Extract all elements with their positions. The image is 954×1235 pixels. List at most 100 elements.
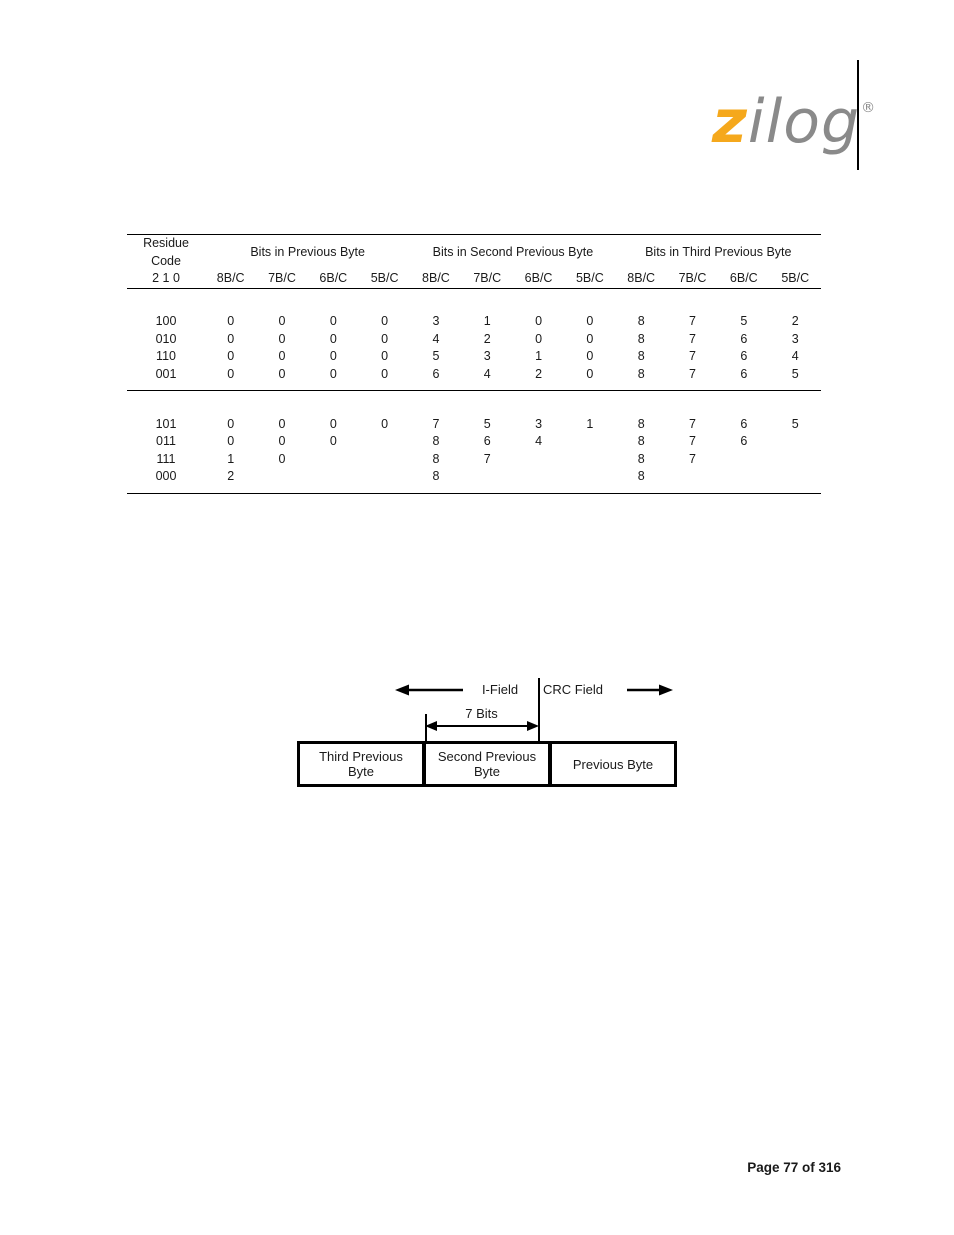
cell-second-8bc: 8 [432,451,440,466]
cell-prev-8bc: 2 [227,469,235,483]
table-group-header-row: Residue Code Bits in Previous Byte Bits … [127,234,821,270]
cell-prev-7bc: 0 [278,349,286,363]
table-row: 010 0 0 0 0 4 2 0 0 8 7 6 3 [127,331,821,349]
cell-second-6bc: 1 [535,349,543,363]
cell-second-7bc: 6 [483,434,491,448]
table-row: 111 1 0 8 7 8 7 [127,451,821,469]
cell-third-5bc: 5 [791,416,799,431]
cell-second-6bc: 0 [535,314,543,328]
cell-prev-7bc: 0 [278,451,286,466]
page-header: z ilog ® [0,0,954,200]
cell-second-6bc: 2 [535,366,543,381]
previous-byte-box: Previous Byte [549,741,677,787]
seven-bits-left-tick-line [425,714,427,744]
cell-third-6bc: 6 [740,434,748,448]
cell-third-5bc: 3 [791,331,799,346]
sub-header-third-6bc: 6B/C [729,271,758,285]
cell-residue-code: 000 [155,469,177,483]
cell-prev-6bc: 0 [329,434,337,448]
sub-header-prev-6bc: 6B/C [319,271,348,285]
cell-second-8bc: 5 [432,349,440,363]
cell-third-6bc [718,451,769,469]
cell-second-8bc: 3 [432,314,440,328]
cell-third-8bc: 8 [637,366,645,381]
cell-second-5bc: 0 [586,366,594,381]
cell-third-6bc [718,468,769,486]
table-spacer [127,383,821,391]
sub-header-prev-7bc: 7B/C [268,271,296,285]
sub-header-third-8bc: 8B/C [627,271,656,285]
cell-third-7bc: 7 [689,314,696,328]
table-row: 101 0 0 0 0 7 5 3 1 8 7 6 5 [127,416,821,434]
cell-third-5bc [769,433,821,451]
table-row: 100 0 0 0 0 3 1 0 0 8 7 5 2 [127,313,821,331]
cell-second-5bc [564,451,615,469]
table-row: 001 0 0 0 0 6 4 2 0 8 7 6 5 [127,366,821,384]
cell-prev-7bc [256,468,307,486]
cell-second-6bc [513,468,564,486]
table-spacer [127,306,821,313]
table-row: 011 0 0 0 8 6 4 8 7 6 [127,433,821,451]
table-row: 000 2 8 8 [127,468,821,486]
cell-prev-5bc: 0 [381,366,389,381]
cell-second-7bc: 5 [483,416,491,431]
cell-third-6bc: 6 [740,349,748,363]
crc-field-arrow-right-icon [627,684,673,696]
cell-third-5bc: 2 [791,314,799,328]
cell-second-8bc: 8 [432,469,440,483]
group-header-third-previous-byte: Bits in Third Previous Byte [615,234,821,270]
cell-second-7bc: 4 [483,366,491,381]
cell-second-6bc: 3 [535,416,543,431]
cell-second-6bc: 0 [535,331,543,346]
cell-third-8bc: 8 [637,349,645,363]
cell-prev-8bc: 0 [227,331,235,346]
cell-third-5bc: 4 [791,349,799,363]
cell-prev-7bc: 0 [278,314,286,328]
logo-text-ilog: ilog [747,87,861,157]
table-rule-group-divider [127,390,821,409]
cell-second-7bc: 2 [483,331,491,346]
sub-header-third-7bc: 7B/C [678,271,707,285]
group-header-previous-byte: Bits in Previous Byte [205,234,411,270]
cell-prev-5bc: 0 [381,416,389,431]
cell-third-8bc: 8 [637,434,645,448]
sub-header-second-7bc: 7B/C [473,271,502,285]
cell-second-6bc [513,451,564,469]
cell-third-7bc: 7 [689,331,696,346]
cell-prev-6bc [308,451,359,469]
cell-prev-8bc: 0 [227,366,235,381]
cell-prev-8bc: 0 [227,349,235,363]
table-sub-header-row: 2 1 0 8B/C 7B/C 6B/C 5B/C 8B/C 7B/C 6B/C… [127,270,821,288]
cell-prev-7bc: 0 [278,331,286,346]
cell-prev-7bc: 0 [278,434,286,448]
cell-prev-5bc [359,433,410,451]
table-spacer [127,409,821,416]
third-previous-byte-box: Third Previous Byte [297,741,425,787]
page-number: Page 77 of 316 [747,1160,841,1175]
cell-second-5bc [564,468,615,486]
i-field-label: I-Field [481,682,519,697]
cell-prev-6bc: 0 [329,314,337,328]
cell-third-7bc: 7 [689,434,696,448]
cell-prev-6bc: 0 [329,366,337,381]
cell-prev-6bc: 0 [329,349,337,363]
residue-code-table: Residue Code Bits in Previous Byte Bits … [127,234,821,511]
second-previous-byte-box: Second Previous Byte [423,741,551,787]
cell-residue-code: 110 [156,349,176,363]
cell-third-6bc: 6 [740,416,748,431]
cell-third-8bc: 8 [637,451,645,466]
cell-residue-code: 001 [155,366,177,381]
group-header-second-previous-byte: Bits in Second Previous Byte [410,234,616,270]
cell-third-5bc [769,468,821,486]
cell-second-7bc: 3 [483,349,491,363]
cell-third-7bc: 7 [689,416,696,431]
cell-second-8bc: 6 [432,366,440,381]
cell-third-8bc: 8 [637,469,645,483]
cell-third-6bc: 6 [740,366,748,381]
table-rule-bottom [127,492,821,511]
cell-second-5bc: 0 [586,349,594,363]
cell-residue-code: 010 [155,331,177,346]
cell-second-5bc: 1 [586,416,594,431]
residue-table-body: 1 0 0 0 0 0 0 3 1 0 0 8 7 5 2 010 0 0 0 0 … [127,287,821,511]
cell-second-5bc [564,433,615,451]
